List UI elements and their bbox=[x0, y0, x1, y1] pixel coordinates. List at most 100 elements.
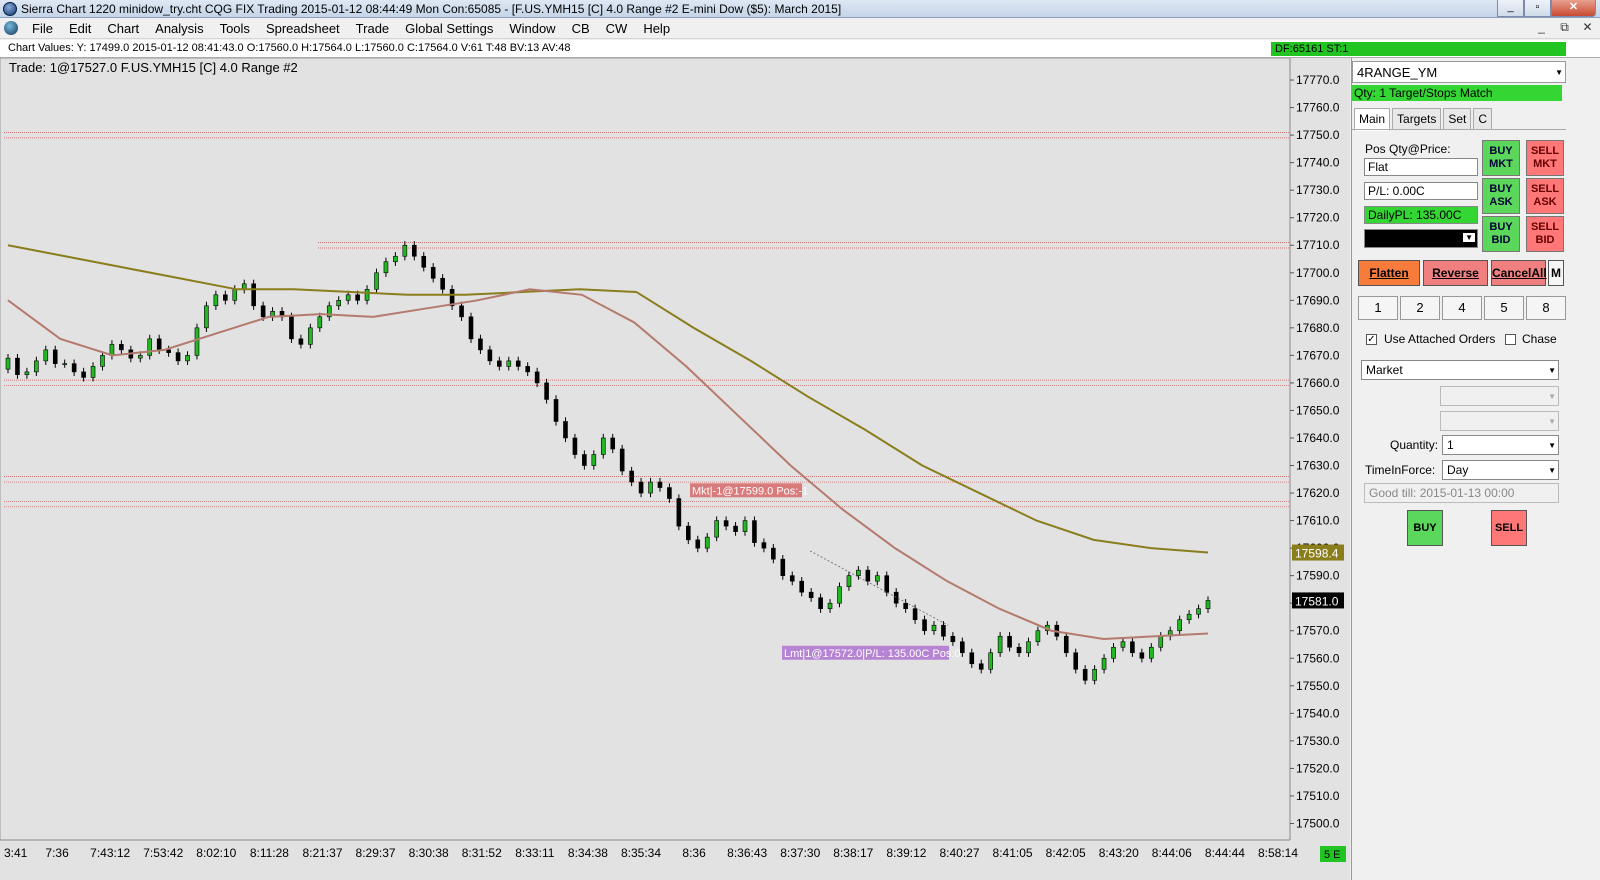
candle-body bbox=[695, 539, 701, 549]
menu-cb[interactable]: CB bbox=[564, 21, 598, 36]
flatten-button[interactable]: Flatten bbox=[1358, 260, 1420, 286]
candle-body bbox=[686, 525, 691, 541]
tab-targets[interactable]: Targets bbox=[1392, 108, 1442, 130]
qty-button-8[interactable]: 8 bbox=[1526, 296, 1566, 320]
menu-tools[interactable]: Tools bbox=[212, 21, 258, 36]
use-attached-checkbox[interactable]: ✓ bbox=[1366, 334, 1377, 345]
menu-trade[interactable]: Trade bbox=[348, 21, 397, 36]
candle-body bbox=[1016, 646, 1022, 654]
time-tick-label: 8:21:37 bbox=[302, 846, 342, 860]
candle-body bbox=[931, 624, 937, 632]
candle-body bbox=[544, 382, 549, 400]
candle-body bbox=[411, 244, 417, 257]
price2-select: ▼ bbox=[1440, 411, 1559, 431]
close-button[interactable]: ✕ bbox=[1551, 0, 1596, 17]
menu-chart[interactable]: Chart bbox=[99, 21, 147, 36]
time-tick-label: 8:36 bbox=[682, 846, 706, 860]
chevron-down-icon: ▼ bbox=[1555, 68, 1563, 77]
candle-body bbox=[846, 575, 852, 587]
symbol-select[interactable]: 4RANGE_YM ▼ bbox=[1352, 61, 1566, 83]
candle-body bbox=[402, 244, 408, 257]
price-tick-label: 17670.0 bbox=[1296, 348, 1340, 362]
chase-label: Chase bbox=[1522, 332, 1557, 346]
price-tick-label: 17570.0 bbox=[1296, 624, 1340, 638]
menu-window[interactable]: Window bbox=[501, 21, 563, 36]
candle-body bbox=[591, 454, 597, 466]
child-restore-button[interactable]: ⧉ bbox=[1554, 19, 1575, 37]
candle-body bbox=[988, 652, 993, 670]
time-tick-label: 8:40:27 bbox=[939, 846, 979, 860]
time-tick-label: 8:38:17 bbox=[833, 846, 873, 860]
buy-market-button[interactable]: BUY MKT bbox=[1482, 140, 1520, 176]
time-tick-label: 8:11:28 bbox=[250, 846, 289, 860]
candle-body bbox=[534, 371, 540, 384]
minimize-button[interactable]: _ bbox=[1497, 0, 1524, 17]
maximize-button[interactable]: ▫ bbox=[1524, 0, 1551, 17]
price-tick-label: 17610.0 bbox=[1296, 514, 1340, 528]
candle-body bbox=[364, 288, 370, 301]
menu-cw[interactable]: CW bbox=[598, 21, 636, 36]
candle-body bbox=[789, 575, 795, 582]
color-select[interactable]: ▼ bbox=[1364, 229, 1478, 248]
menu-analysis[interactable]: Analysis bbox=[147, 21, 211, 36]
time-tick-label: 8:30:38 bbox=[409, 846, 449, 860]
chevron-down-icon: ▼ bbox=[1548, 366, 1556, 375]
candle-body bbox=[100, 355, 105, 367]
qty-button-5[interactable]: 5 bbox=[1484, 296, 1524, 320]
quantity-select[interactable]: 1 ▼ bbox=[1442, 435, 1559, 455]
time-tick-label: 8:42:05 bbox=[1046, 846, 1086, 860]
tab-main[interactable]: Main bbox=[1354, 108, 1391, 131]
candle-body bbox=[204, 305, 209, 329]
menu-edit[interactable]: Edit bbox=[61, 21, 99, 36]
candle-body bbox=[969, 652, 975, 665]
candle-body bbox=[260, 305, 266, 318]
candle-body bbox=[629, 470, 634, 483]
price-chart[interactable]: 17770.0 17760.0 17750.0 17740.0 17730.0 17720… bbox=[0, 58, 1350, 880]
tab-c[interactable]: C bbox=[1473, 108, 1493, 130]
price-tick-label: 17720.0 bbox=[1296, 211, 1340, 225]
candle-body bbox=[893, 591, 899, 604]
candle-body bbox=[704, 536, 710, 549]
symbol-value: 4RANGE_YM bbox=[1357, 65, 1438, 80]
candle-body bbox=[733, 525, 738, 532]
candle-body bbox=[383, 261, 389, 274]
candle-body bbox=[156, 338, 162, 351]
tif-label: TimeInForce: bbox=[1365, 463, 1436, 477]
price-tick-label: 17730.0 bbox=[1296, 183, 1340, 197]
candle-body bbox=[506, 360, 512, 367]
candle-body bbox=[515, 360, 521, 367]
sell-bid-button[interactable]: SELL BID bbox=[1526, 216, 1564, 252]
candle-body bbox=[175, 352, 181, 362]
time-tick-label: 8:37:30 bbox=[780, 846, 820, 860]
sell-button[interactable]: SELL bbox=[1491, 510, 1527, 546]
order-type-select[interactable]: Market ▼ bbox=[1361, 360, 1559, 380]
menu-file[interactable]: File bbox=[24, 21, 61, 36]
candle-body bbox=[1082, 668, 1088, 681]
qty-button-1[interactable]: 1 bbox=[1358, 296, 1398, 320]
buy-ask-button[interactable]: BUY ASK bbox=[1482, 178, 1520, 214]
price-tick-label: 17530.0 bbox=[1296, 734, 1340, 748]
tab-set[interactable]: Set bbox=[1443, 108, 1472, 130]
menu-global-settings[interactable]: Global Settings bbox=[397, 21, 501, 36]
candle-body bbox=[1139, 652, 1145, 659]
candle-body bbox=[610, 437, 616, 450]
m-button[interactable]: M bbox=[1548, 260, 1564, 286]
menu-help[interactable]: Help bbox=[635, 21, 678, 36]
qty-button-4[interactable]: 4 bbox=[1442, 296, 1482, 320]
sell-market-button[interactable]: SELL MKT bbox=[1526, 140, 1564, 176]
chevron-down-icon: ▼ bbox=[1548, 441, 1556, 450]
child-close-button[interactable]: ✕ bbox=[1577, 19, 1598, 37]
menu-spreadsheet[interactable]: Spreadsheet bbox=[258, 21, 348, 36]
candle-body bbox=[714, 520, 719, 538]
chart-canvas[interactable]: 17770.0 17760.0 17750.0 17740.0 17730.0 17720… bbox=[0, 58, 1350, 880]
chase-checkbox[interactable] bbox=[1505, 334, 1516, 345]
child-minimize-button[interactable]: _ bbox=[1531, 19, 1552, 37]
reverse-button[interactable]: Reverse bbox=[1423, 260, 1488, 286]
tif-select[interactable]: Day ▼ bbox=[1442, 460, 1559, 480]
qty-button-2[interactable]: 2 bbox=[1400, 296, 1440, 320]
sell-ask-button[interactable]: SELL ASK bbox=[1526, 178, 1564, 214]
buy-button[interactable]: BUY bbox=[1407, 510, 1443, 546]
price-tick-label: 17590.0 bbox=[1296, 569, 1340, 583]
cancel-all-button[interactable]: CancelAll bbox=[1491, 260, 1547, 286]
buy-bid-button[interactable]: BUY BID bbox=[1482, 216, 1520, 252]
